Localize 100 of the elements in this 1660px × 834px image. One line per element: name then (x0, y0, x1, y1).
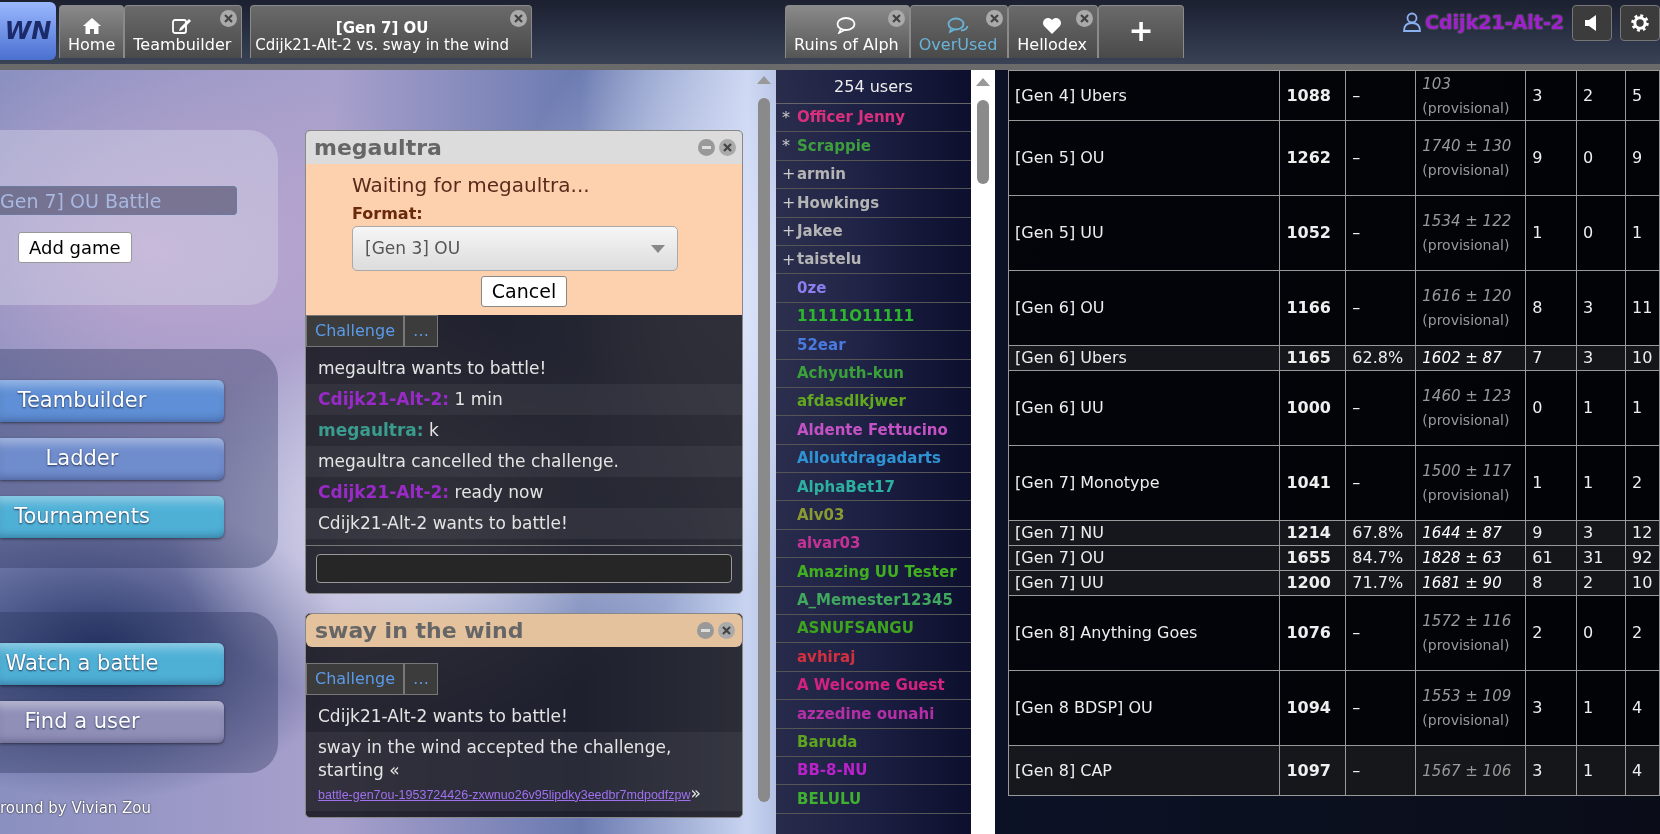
table-cell: 2 (1576, 70, 1626, 121)
add-game-button[interactable]: Add game (18, 232, 132, 263)
table-cell: 5 (1625, 70, 1660, 121)
user-name[interactable]: Achyuth-kun (797, 361, 905, 385)
close-icon[interactable] (220, 10, 238, 27)
scroll-up-arrow-icon[interactable] (976, 78, 990, 86)
user-name[interactable]: Officer Jenny (797, 106, 906, 129)
user-name[interactable]: taistelu (797, 248, 862, 271)
user-name[interactable]: 0ze (797, 276, 827, 300)
new-tab-button[interactable]: + (1098, 5, 1185, 58)
user-name[interactable]: avhiraj (797, 645, 856, 669)
user-name[interactable]: A Welcome Guest (797, 674, 945, 697)
user-name[interactable]: Scrappie (797, 134, 871, 158)
user-name[interactable]: AlphaBet17 (797, 475, 895, 498)
user-name[interactable]: afdasdlkjwer (797, 390, 906, 413)
tab[interactable]: [Gen 7] OU Cdijk21-Alt-2 vs. sway in the wind (250, 5, 532, 58)
provisional-note: (provisional) (1422, 486, 1511, 505)
chat-message: ready now (454, 481, 544, 502)
more-button[interactable]: … (404, 662, 438, 695)
close-icon[interactable] (718, 621, 735, 639)
rating-cell: 1655 (1279, 545, 1346, 571)
chat-message: k (429, 419, 439, 440)
close-icon[interactable] (719, 139, 736, 156)
menu-button[interactable]: Find a user (0, 701, 224, 743)
battle-link[interactable]: battle-gen7ou-1953724426-zxwnuo26v95lipdky3eedbr7mdpodfzpw (318, 787, 691, 802)
cancel-button[interactable]: Cancel (480, 276, 568, 307)
tab[interactable]: Home (59, 5, 125, 58)
glicko-rating: 103 (1422, 74, 1451, 93)
scrollbar-thumb[interactable] (757, 98, 770, 802)
table-cell: 1 (1625, 195, 1660, 271)
table-cell: 9 (1525, 520, 1577, 546)
table-cell: 1 (1576, 370, 1626, 446)
table-cell: 2 (1525, 595, 1577, 671)
rating-cell: 1097 (1279, 745, 1346, 796)
user-name[interactable]: armin (797, 163, 846, 186)
user-name[interactable]: BELULU (797, 787, 862, 811)
chat-username[interactable]: Cdijk21-Alt-2: (318, 481, 450, 502)
tab[interactable]: Hellodex (1008, 5, 1099, 58)
tab[interactable]: OverUsed (909, 5, 1009, 58)
credit-text: round by Vivian Zou (0, 798, 153, 819)
user-name[interactable]: azzedine ounahi (797, 702, 935, 726)
user-name[interactable]: Alv03 (797, 503, 845, 527)
message-input-field[interactable] (316, 553, 732, 583)
table-cell: 3 (1525, 670, 1577, 746)
close-icon[interactable] (887, 10, 905, 27)
tab-label: Home (68, 35, 116, 54)
username[interactable]: Cdijk21-Alt-2 (1425, 8, 1564, 37)
chat-message: Cdijk21-Alt-2 wants to battle! (306, 507, 742, 539)
user-name[interactable]: AlIoutdragadarts (797, 447, 941, 470)
user-name[interactable]: Baruda (797, 731, 858, 754)
table-cell: 2 (1576, 570, 1626, 596)
user-name[interactable]: Jakee (797, 220, 843, 243)
user-name[interactable]: Amazing UU Tester (797, 560, 957, 584)
table-cell: 10 (1625, 345, 1660, 371)
more-button[interactable]: … (404, 314, 438, 347)
user-name[interactable]: alvar03 (797, 532, 861, 555)
menu-button[interactable]: Watch a battle (0, 643, 224, 685)
format-label: Format: (351, 203, 424, 225)
user-name[interactable]: ASNUFSANGU (797, 617, 914, 640)
percent-cell: – (1345, 370, 1416, 446)
user-name[interactable]: 11111O11111 (797, 305, 915, 328)
close-icon[interactable] (986, 10, 1004, 27)
percent-cell: – (1345, 745, 1416, 796)
volume-button[interactable] (1572, 5, 1612, 41)
user-name[interactable]: 52ear (797, 333, 846, 357)
tab[interactable]: Teambuilder (124, 5, 243, 58)
chat-message: megaultra cancelled the challenge. (306, 445, 742, 477)
user-name[interactable]: BB-8-NU (797, 759, 868, 782)
menu-button[interactable]: Ladder (0, 438, 224, 480)
close-icon[interactable] (510, 10, 527, 27)
user-name[interactable]: Aldente Fettucino (797, 418, 948, 442)
rating-cell: 1200 (1279, 570, 1346, 596)
tab[interactable]: Ruins of Alph (785, 5, 910, 58)
rating-cell: 1214 (1279, 520, 1346, 546)
home-icon (82, 17, 101, 34)
table-cell: 4 (1625, 745, 1660, 796)
user-name[interactable]: A_Memester12345 (797, 589, 953, 612)
menu-button[interactable]: Teambuilder (0, 380, 224, 422)
logo[interactable]: WN (0, 2, 56, 60)
scrollbar-thumb[interactable] (977, 100, 989, 184)
rating-cell: 1262 (1279, 120, 1346, 196)
settings-button[interactable] (1620, 5, 1660, 41)
user-name[interactable]: Howkings (797, 191, 880, 215)
percent-cell: – (1345, 595, 1416, 671)
table-cell: 7 (1525, 345, 1577, 371)
table-cell: 9 (1625, 120, 1660, 196)
table-cell: 3 (1576, 270, 1626, 346)
challenge-button[interactable]: Challenge (306, 314, 404, 347)
table-cell: 92 (1625, 545, 1660, 571)
chat-username[interactable]: megaultra: (318, 419, 424, 440)
table-cell: 0 (1576, 595, 1626, 671)
chat-message: » (690, 782, 701, 803)
caret-icon (651, 244, 665, 253)
format-select[interactable]: [Gen 3] OU (352, 226, 678, 271)
challenge-button[interactable]: Challenge (306, 662, 404, 695)
tab-label: Ruins of Alph (794, 35, 899, 54)
search-field[interactable]: Gen 7] OU Battle (0, 186, 237, 215)
percent-cell: – (1345, 120, 1416, 196)
close-icon[interactable] (1076, 10, 1094, 27)
menu-button[interactable]: Tournaments (0, 496, 224, 538)
